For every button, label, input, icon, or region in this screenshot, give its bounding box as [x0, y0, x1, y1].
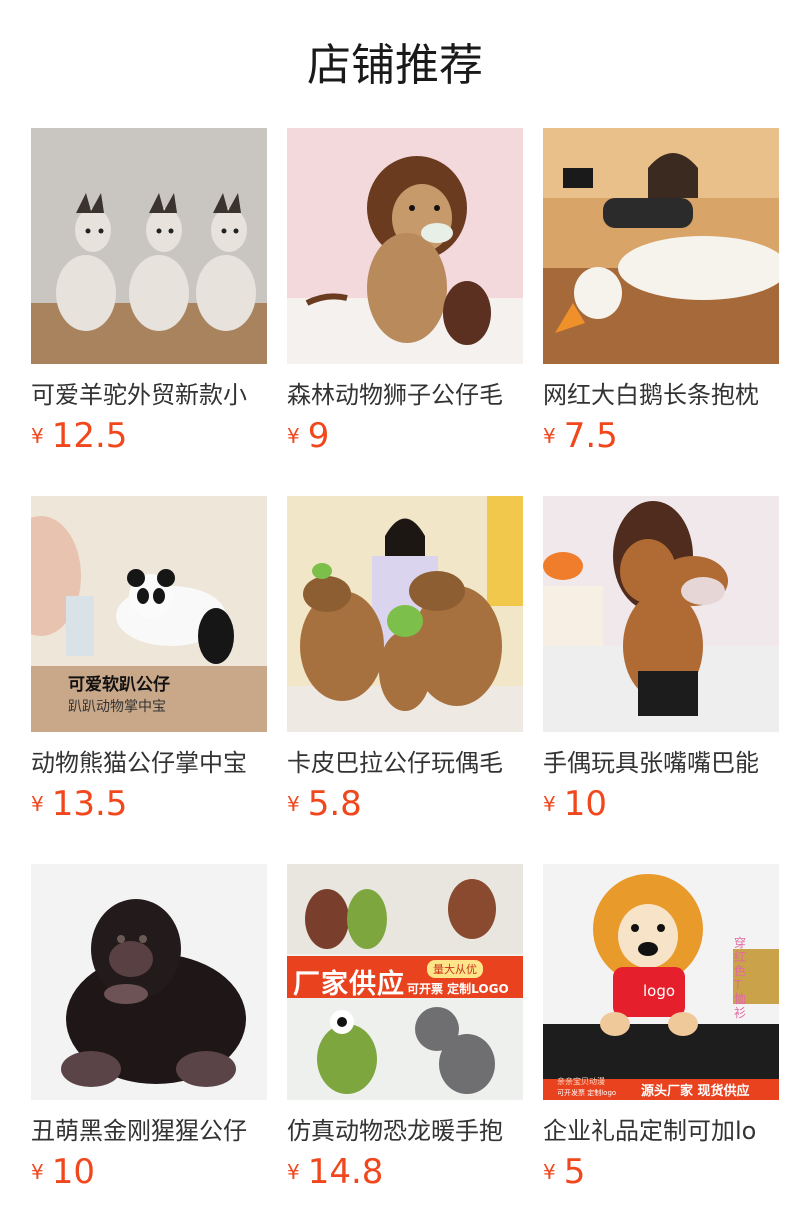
product-name[interactable]: 网红大白鹅长条抱枕 — [543, 378, 779, 412]
product-image[interactable] — [31, 864, 267, 1100]
price-value: 5 — [563, 1152, 586, 1192]
product-price: ¥5 — [543, 1152, 585, 1192]
product-card[interactable]: 厂家供应 量大从优 可开票 定制LOGO 仿真动物恐龙暖手抱 ¥14.8 — [287, 864, 523, 1232]
product-name[interactable]: 丑萌黑金刚猩猩公仔 — [31, 1114, 267, 1148]
product-card[interactable]: 可爱软趴公仔 趴趴动物掌中宝 动物熊猫公仔掌中宝 ¥13.5 — [31, 496, 267, 864]
price-value: 13.5 — [51, 784, 128, 824]
product-price: ¥7.5 — [543, 416, 618, 456]
product-price: ¥10 — [31, 1152, 95, 1192]
product-card[interactable]: 可爱羊驼外贸新款小 ¥12.5 — [31, 128, 267, 496]
currency-symbol: ¥ — [543, 792, 556, 816]
image-subcaption: 趴趴动物掌中宝 — [68, 699, 166, 715]
product-price: ¥13.5 — [31, 784, 127, 824]
product-price: ¥5.8 — [287, 784, 362, 824]
currency-symbol: ¥ — [543, 424, 556, 448]
product-price: ¥10 — [543, 784, 607, 824]
product-card[interactable]: 网红大白鹅长条抱枕 ¥7.5 — [543, 128, 779, 496]
product-image[interactable] — [287, 128, 523, 364]
price-value: 7.5 — [563, 416, 618, 456]
currency-symbol: ¥ — [31, 1160, 44, 1184]
currency-symbol: ¥ — [543, 1160, 556, 1184]
product-card[interactable]: 丑萌黑金刚猩猩公仔 ¥10 — [31, 864, 267, 1232]
product-image[interactable]: 可爱软趴公仔 趴趴动物掌中宝 — [31, 496, 267, 732]
currency-symbol: ¥ — [31, 792, 44, 816]
footer-slogan: 源头厂家 现货供应 — [641, 1084, 750, 1099]
page-title: 店铺推荐 — [307, 40, 483, 91]
footer-brand: 亲亲宝贝动漫 — [557, 1077, 605, 1086]
product-grid: 可爱羊驼外贸新款小 ¥12.5 森林动物狮子公仔毛 ¥9 网红大白鹅长条抱枕 ¥… — [31, 128, 779, 1232]
price-value: 9 — [307, 416, 330, 456]
product-card[interactable]: 手偶玩具张嘴嘴巴能 ¥10 — [543, 496, 779, 864]
product-name[interactable]: 森林动物狮子公仔毛 — [287, 378, 523, 412]
product-image[interactable]: logo 穿红色T恤衫 亲亲宝贝动漫 可开发票 定制logo 源头厂家 现货供应 — [543, 864, 779, 1100]
product-card[interactable]: logo 穿红色T恤衫 亲亲宝贝动漫 可开发票 定制logo 源头厂家 现货供应… — [543, 864, 779, 1232]
product-card[interactable]: 卡皮巴拉公仔玩偶毛 ¥5.8 — [287, 496, 523, 864]
product-name[interactable]: 动物熊猫公仔掌中宝 — [31, 746, 267, 780]
product-price: ¥14.8 — [287, 1152, 383, 1192]
footer-sub: 可开发票 定制logo — [557, 1089, 617, 1097]
price-value: 10 — [563, 784, 607, 824]
price-value: 12.5 — [51, 416, 128, 456]
product-image[interactable] — [31, 128, 267, 364]
banner-tag: 量大从优 — [427, 960, 483, 978]
shirt-logo: logo — [643, 982, 676, 1000]
price-value: 10 — [51, 1152, 95, 1192]
product-image[interactable]: 厂家供应 量大从优 可开票 定制LOGO — [287, 864, 523, 1100]
product-price: ¥9 — [287, 416, 329, 456]
banner-tag: 可开票 定制LOGO — [407, 982, 509, 996]
currency-symbol: ¥ — [287, 1160, 300, 1184]
image-caption: 可爱软趴公仔 — [68, 675, 170, 695]
banner-text: 厂家供应 — [293, 969, 405, 1000]
currency-symbol: ¥ — [287, 792, 300, 816]
product-card[interactable]: 森林动物狮子公仔毛 ¥9 — [287, 128, 523, 496]
price-value: 14.8 — [307, 1152, 384, 1192]
side-caption: 穿红色T恤衫 — [734, 936, 747, 1020]
product-name[interactable]: 卡皮巴拉公仔玩偶毛 — [287, 746, 523, 780]
product-name[interactable]: 企业礼品定制可加lo — [543, 1114, 779, 1148]
price-value: 5.8 — [307, 784, 362, 824]
product-name[interactable]: 可爱羊驼外贸新款小 — [31, 378, 267, 412]
currency-symbol: ¥ — [287, 424, 300, 448]
product-price: ¥12.5 — [31, 416, 127, 456]
product-image[interactable] — [543, 128, 779, 364]
currency-symbol: ¥ — [31, 424, 44, 448]
product-image[interactable] — [543, 496, 779, 732]
product-name[interactable]: 仿真动物恐龙暖手抱 — [287, 1114, 523, 1148]
product-name[interactable]: 手偶玩具张嘴嘴巴能 — [543, 746, 779, 780]
product-image[interactable] — [287, 496, 523, 732]
